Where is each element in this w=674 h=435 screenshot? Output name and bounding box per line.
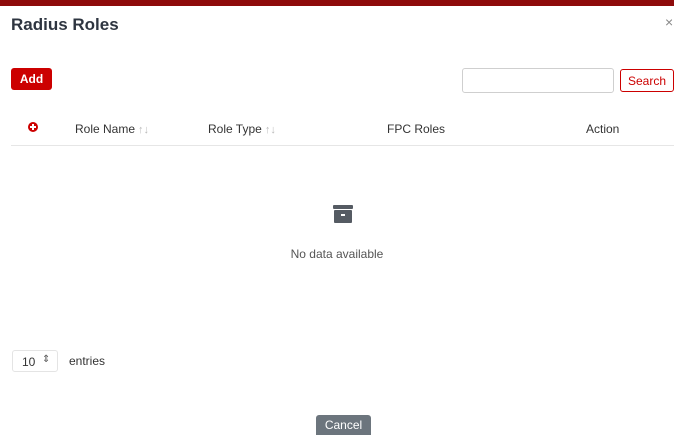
entries-label: entries [69,354,106,368]
table-header: Role Name ↑↓ Role Type ↑↓ FPC Roles Action [11,112,674,146]
modal-title: Radius Roles [11,15,119,34]
empty-table-message: No data available [290,247,384,261]
column-label: Role Type [208,122,262,136]
modal-top-accent-bar [0,0,674,6]
page-length-select[interactable]: 10 ⇕ [12,350,58,372]
add-button[interactable]: Add [11,68,52,90]
select-arrows-icon: ⇕ [42,354,51,365]
archive-icon [333,205,353,223]
search-input[interactable] [462,68,614,93]
sort-icon[interactable]: ↑↓ [138,124,149,136]
close-icon[interactable]: × [665,14,673,30]
search-button[interactable]: Search [620,69,674,92]
page-length-value: 10 [22,355,36,369]
sort-icon[interactable]: ↑↓ [265,124,276,136]
column-header-role-type[interactable]: Role Type ↑↓ [208,122,276,136]
column-header-fpc-roles: FPC Roles [387,122,446,136]
column-label: Role Name [75,122,136,136]
cancel-button[interactable]: Cancel [316,415,371,435]
plus-circle-icon[interactable] [28,122,38,132]
column-header-role-name[interactable]: Role Name ↑↓ [75,122,149,136]
column-header-action: Action [586,122,620,136]
